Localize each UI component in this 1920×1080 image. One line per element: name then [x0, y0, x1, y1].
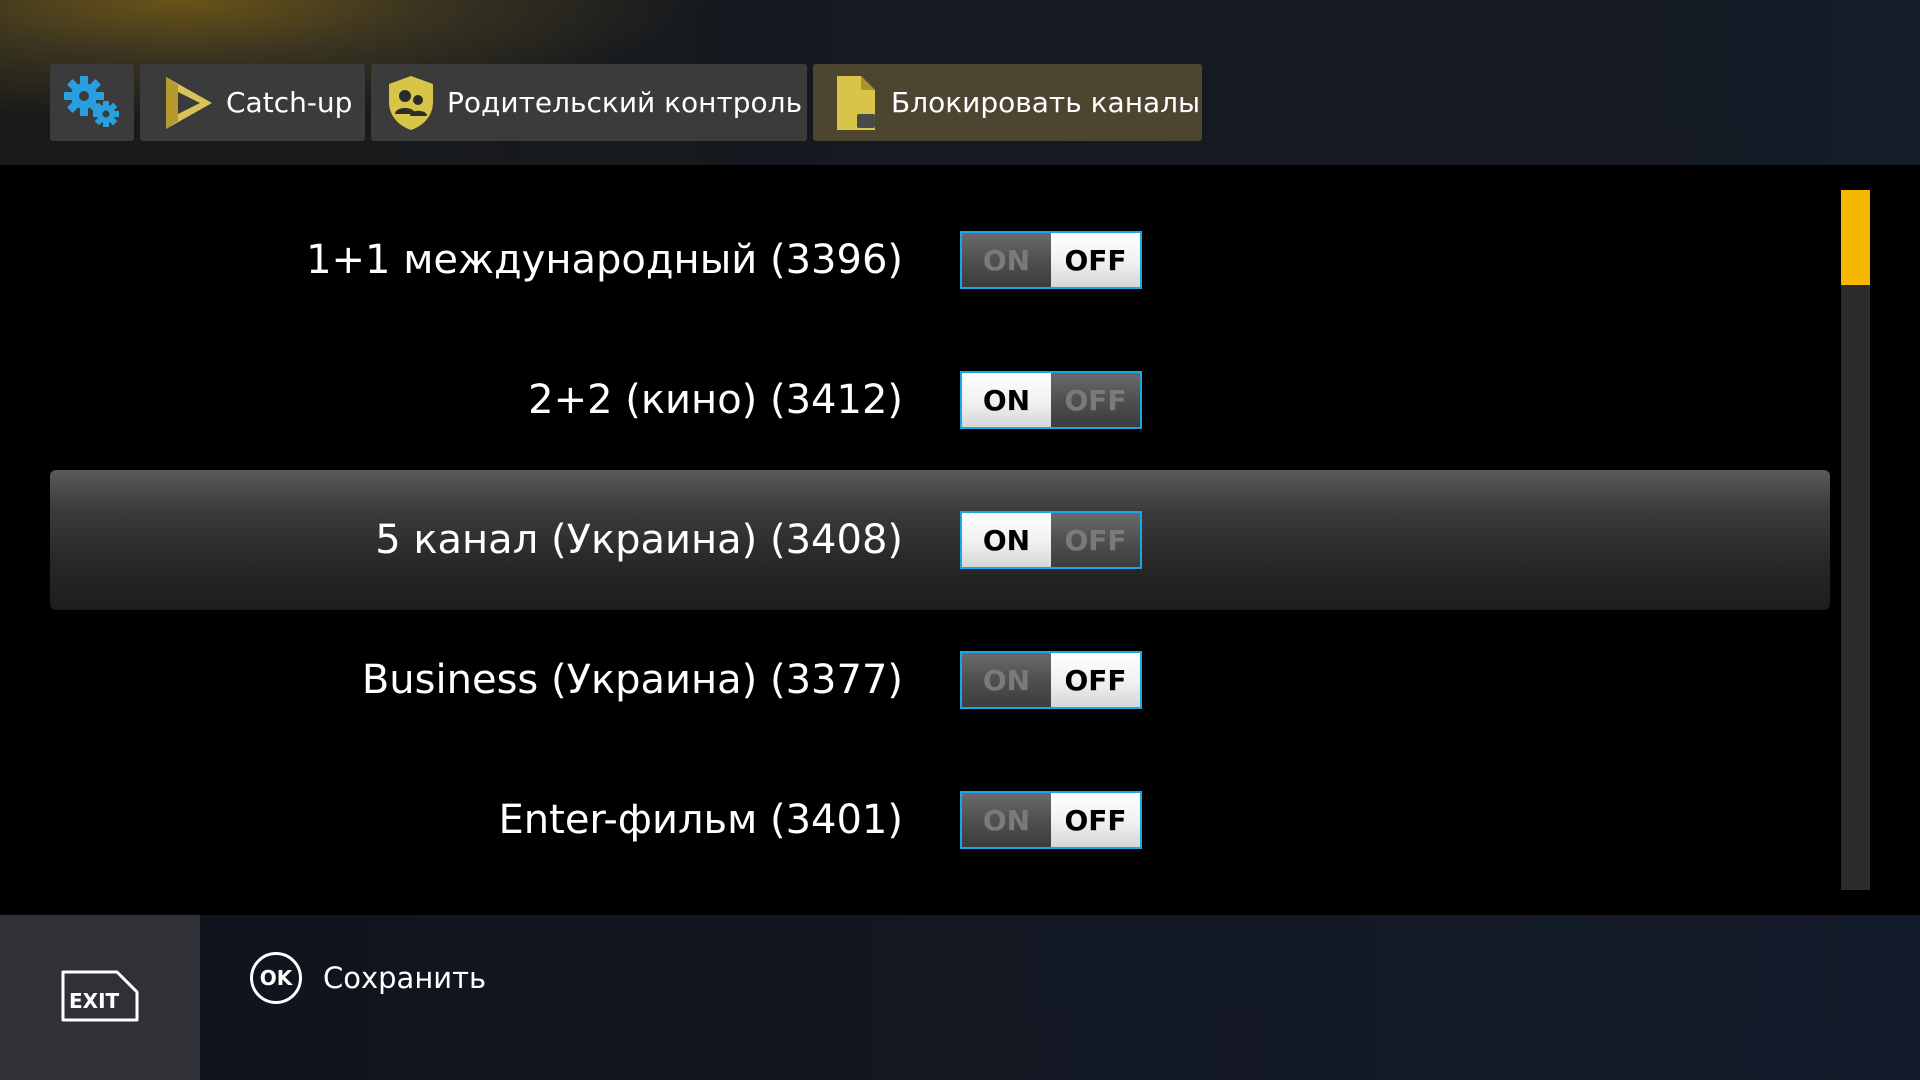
parental-shield-icon — [387, 74, 435, 132]
exit-key-icon: EXIT — [59, 968, 141, 1028]
channel-row[interactable]: Enter-фильм (3401) ON OFF — [0, 750, 1830, 890]
toggle-off: OFF — [1051, 793, 1140, 847]
scrollbar-thumb[interactable] — [1841, 190, 1870, 285]
breadcrumb-catchup[interactable]: Catch-up — [140, 64, 365, 141]
breadcrumb-label: Блокировать каналы — [891, 86, 1201, 119]
toggle-on: ON — [962, 793, 1051, 847]
save-label: Сохранить — [323, 961, 487, 995]
toggle-on: ON — [962, 513, 1051, 567]
block-toggle[interactable]: ON OFF — [960, 511, 1142, 569]
toggle-on: ON — [962, 373, 1051, 427]
gears-icon — [60, 72, 124, 134]
channel-name: 1+1 международный (3396) — [306, 237, 903, 283]
breadcrumb-settings[interactable] — [50, 64, 134, 141]
block-toggle[interactable]: ON OFF — [960, 371, 1142, 429]
ok-key-icon[interactable]: OK — [250, 952, 302, 1004]
catchup-play-icon — [164, 75, 214, 131]
breadcrumb-block-channels[interactable]: Блокировать каналы — [813, 64, 1202, 141]
header-bar: Catch-up Родительский контроль Блокирова… — [0, 0, 1920, 165]
toggle-on: ON — [962, 653, 1051, 707]
scrollbar-track[interactable] — [1841, 190, 1870, 890]
toggle-off: OFF — [1051, 373, 1140, 427]
locked-document-icon — [835, 74, 879, 132]
channel-row[interactable]: Business (Украина) (3377) ON OFF — [0, 610, 1830, 750]
block-toggle[interactable]: ON OFF — [960, 791, 1142, 849]
toggle-off: OFF — [1051, 233, 1140, 287]
toggle-off: OFF — [1051, 513, 1140, 567]
channel-name: 5 канал (Украина) (3408) — [375, 517, 903, 563]
toggle-off: OFF — [1051, 653, 1140, 707]
channel-row-selected[interactable]: 5 канал (Украина) (3408) ON OFF — [0, 470, 1830, 610]
exit-key-label: EXIT — [69, 989, 120, 1013]
breadcrumb-label: Родительский контроль — [447, 86, 803, 119]
exit-button[interactable]: EXIT — [0, 915, 200, 1080]
toggle-on: ON — [962, 233, 1051, 287]
channel-name: Enter-фильм (3401) — [498, 797, 903, 843]
block-toggle[interactable]: ON OFF — [960, 651, 1142, 709]
selection-highlight — [50, 470, 1830, 610]
channel-row[interactable]: 1+1 международный (3396) ON OFF — [0, 190, 1830, 330]
channel-name: 2+2 (кино) (3412) — [528, 377, 903, 423]
channel-name: Business (Украина) (3377) — [361, 657, 903, 703]
block-toggle[interactable]: ON OFF — [960, 231, 1142, 289]
breadcrumb-parental-control[interactable]: Родительский контроль — [371, 64, 807, 141]
channel-row[interactable]: 2+2 (кино) (3412) ON OFF — [0, 330, 1830, 470]
breadcrumb-label: Catch-up — [226, 86, 353, 119]
